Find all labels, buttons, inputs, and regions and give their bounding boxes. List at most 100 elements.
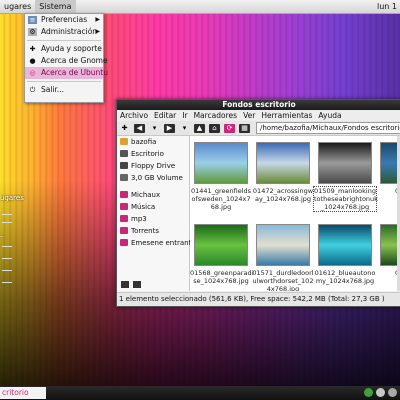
dropdown-icon[interactable]: ▾ [179, 124, 190, 133]
sidebar-item-label: bazofia [131, 138, 157, 146]
submenu-arrow-icon: ▶ [95, 16, 100, 23]
system-dropdown-menu: ≡ Preferencias ▶ ⚙ Administración ▶ ✚ Ay… [24, 13, 108, 103]
file-name: 01612_blueautono my_1024x768.jpg [314, 269, 376, 285]
file-name-line: my_1024x768.jpg [315, 277, 375, 285]
file-name-line: _1024x768.jpg [320, 203, 370, 211]
sidebar-item-label: Michaux [131, 191, 161, 199]
view-icon[interactable]: ▦ [239, 123, 250, 133]
strip-dash [2, 246, 12, 247]
preferences-icon: ≡ [28, 16, 37, 24]
trash-icon[interactable] [388, 388, 397, 397]
desktop-icon [120, 150, 128, 157]
menu-item-acerca-gnome[interactable]: ● Acerca de Gnome [25, 55, 107, 67]
system-tray [364, 388, 397, 397]
window-title[interactable]: Fondos escritorio [117, 100, 400, 110]
sidebar-item-torrents[interactable]: Torrents [117, 225, 189, 237]
menu-item-label: Salir... [41, 85, 65, 94]
tree-toggle-icon[interactable] [133, 281, 141, 288]
file-thumbnail [318, 224, 372, 266]
folder-icon [120, 203, 128, 210]
sidebar-footer [121, 281, 141, 288]
file-name-line: se_1024x768.jpg [193, 277, 249, 285]
file-item[interactable]: 01441_greenfields ofsweden_1024x7 68.jpg [190, 142, 252, 211]
strip-label: ugares [0, 194, 24, 202]
file-thumbnail [256, 224, 310, 266]
places-menu[interactable]: ugares [0, 0, 35, 13]
new-icon[interactable]: ✚ [119, 124, 130, 133]
file-item[interactable]: 01612_blueautono my_1024x768.jpg [314, 224, 376, 285]
up-icon[interactable]: ▲ [194, 123, 205, 133]
sidebar-item-label: mp3 [131, 215, 147, 223]
menu-ver[interactable]: Ver [240, 111, 258, 120]
sidebar-item-label: Emesene entrante [131, 239, 196, 247]
strip-mark: – [0, 232, 4, 240]
menu-item-administracion[interactable]: ⚙ Administración ▶ [25, 26, 103, 38]
menu-ir[interactable]: Ir [179, 111, 190, 120]
sidebar-item-mp3[interactable]: mp3 [117, 213, 189, 225]
file-name-line: 01612_blueautono [314, 269, 376, 277]
back-icon[interactable]: ◀ [134, 123, 145, 133]
gnome-icon: ● [29, 57, 36, 65]
menu-ayuda[interactable]: Ayuda [315, 111, 344, 120]
places-toggle-icon[interactable] [121, 281, 129, 288]
file-name-line: ofsweden_1024x7 [191, 195, 251, 203]
system-menu[interactable]: Sistema [35, 0, 76, 13]
menu-item-salir[interactable]: ⏻ Salir... [25, 84, 103, 96]
file-item[interactable]: 01509_manlooking totheseabrightonuk _1024x… [313, 142, 378, 212]
admin-icon: ⚙ [28, 28, 37, 36]
menu-item-label: Acerca de Ubuntu [41, 68, 108, 77]
forward-icon[interactable]: ▶ [164, 123, 175, 133]
menu-item-preferencias[interactable]: ≡ Preferencias ▶ [25, 14, 103, 26]
menu-marcadores[interactable]: Marcadores [191, 111, 241, 120]
submenu-arrow-icon: ▶ [95, 28, 100, 35]
menu-item-acerca-ubuntu[interactable]: ◎ Acerca de Ubuntu [25, 67, 108, 79]
menu-editar[interactable]: Editar [151, 111, 179, 120]
reload-icon[interactable]: ⟳ [224, 123, 235, 133]
home-icon[interactable]: ⌂ [209, 123, 220, 133]
file-name: 01472_acrossingw ay_1024x768.jpg [252, 187, 314, 203]
file-name-line: 4x768.jpg [266, 285, 300, 291]
file-name-line: ay_1024x768.jpg [255, 195, 311, 203]
sidebar-item-bazofia[interactable]: bazofia [117, 136, 189, 148]
menu-item-label: Administración [41, 27, 98, 36]
sidebar-item-escritorio[interactable]: Escritorio [117, 148, 189, 160]
menu-item-ayuda[interactable]: ✚ Ayuda y soporte [25, 43, 103, 55]
dropdown-icon[interactable]: ▾ [149, 124, 160, 133]
sidebar-item-volume[interactable]: 3,0 GB Volume [117, 172, 189, 184]
strip-dash [2, 258, 12, 259]
sidebar: bazofia Escritorio Floppy Drive 3,0 GB V… [117, 136, 196, 291]
file-thumbnail [194, 142, 248, 184]
sidebar-item-floppy[interactable]: Floppy Drive [117, 160, 189, 172]
file-thumbnail [256, 142, 310, 184]
file-name-line: 68.jpg [210, 203, 232, 211]
file-name-line: totheseabrightonuk [314, 195, 378, 203]
clock[interactable]: lun 1 [377, 2, 400, 11]
folder-icon [120, 239, 128, 246]
file-name: 01571_durdledoorl ulworthdorset_102 4x768.… [252, 269, 314, 291]
file-item[interactable]: 01571_durdledoorl ulworthdorset_102 4x768.… [252, 224, 314, 291]
file-thumbnail [318, 142, 372, 184]
menu-archivo[interactable]: Archivo [117, 111, 151, 120]
sidebar-item-michaux[interactable]: Michaux [117, 189, 189, 201]
file-manager-window: Fondos escritorio Archivo Editar Ir Marc… [116, 99, 400, 307]
file-item[interactable]: 01568_greenparadi se_1024x768.jpg [190, 224, 253, 285]
network-icon[interactable] [364, 388, 373, 397]
sidebar-item-label: Floppy Drive [131, 162, 176, 170]
file-name-line: ulworthdorset_102 [252, 277, 314, 285]
menu-separator [27, 40, 101, 41]
file-item[interactable]: 01472_acrossingw ay_1024x768.jpg [252, 142, 314, 203]
help-icon: ✚ [29, 45, 36, 53]
menu-herramientas[interactable]: Herramientas [258, 111, 315, 120]
taskbar-button[interactable]: critorio [0, 387, 46, 399]
sidebar-item-musica[interactable]: Música [117, 201, 189, 213]
sidebar-item-emesene[interactable]: Emesene entrante [117, 237, 196, 249]
file-name-line: 01509_manlooking [314, 187, 376, 195]
strip-dash [2, 222, 12, 223]
window-menubar: Archivo Editar Ir Marcadores Ver Herrami… [117, 110, 400, 121]
location-bar[interactable]: /home/bazofia/Michaux/Fondos escritorio [256, 122, 400, 134]
workspace-icon[interactable] [376, 388, 385, 397]
floppy-icon [120, 162, 128, 169]
file-name: 01568_greenparadi se_1024x768.jpg [190, 269, 253, 285]
strip-dash [2, 282, 12, 283]
menu-item-label: Preferencias [41, 15, 88, 24]
